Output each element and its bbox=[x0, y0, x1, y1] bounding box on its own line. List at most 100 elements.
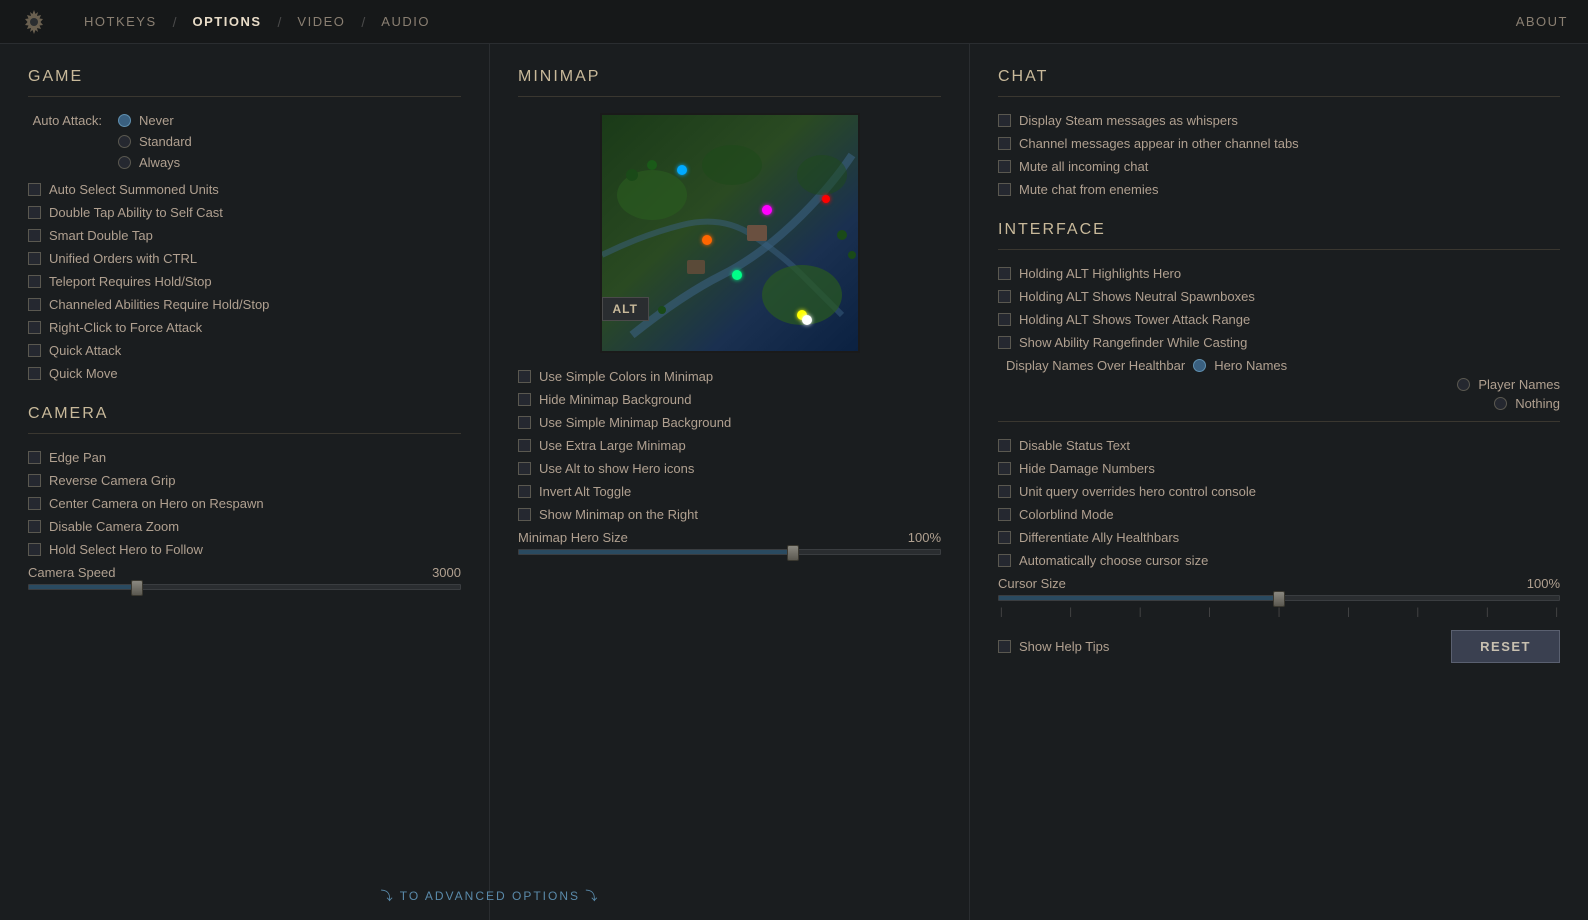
cb-steam-whisper[interactable]: Display Steam messages as whispers bbox=[998, 113, 1560, 128]
cb-hold-select[interactable]: Hold Select Hero to Follow bbox=[28, 542, 461, 557]
cb-channeled-box[interactable] bbox=[28, 298, 41, 311]
hero-size-track[interactable] bbox=[518, 549, 941, 555]
cb-double-tap[interactable]: Double Tap Ability to Self Cast bbox=[28, 205, 461, 220]
cb-alt-spawn[interactable]: Holding ALT Shows Neutral Spawnboxes bbox=[998, 289, 1560, 304]
cb-colorblind[interactable]: Colorblind Mode bbox=[998, 507, 1560, 522]
cb-channel-msg-box[interactable] bbox=[998, 137, 1011, 150]
reset-button[interactable]: RESET bbox=[1451, 630, 1560, 663]
cb-double-tap-box[interactable] bbox=[28, 206, 41, 219]
cb-hold-select-box[interactable] bbox=[28, 543, 41, 556]
cb-hide-damage[interactable]: Hide Damage Numbers bbox=[998, 461, 1560, 476]
cb-auto-select[interactable]: Auto Select Summoned Units bbox=[28, 182, 461, 197]
cb-mute-all[interactable]: Mute all incoming chat bbox=[998, 159, 1560, 174]
radio-always-label[interactable]: Always bbox=[139, 155, 180, 170]
cb-simple-colors[interactable]: Use Simple Colors in Minimap bbox=[518, 369, 941, 384]
cb-disable-status[interactable]: Disable Status Text bbox=[998, 438, 1560, 453]
rb-hero-names[interactable] bbox=[1193, 359, 1206, 372]
cb-teleport[interactable]: Teleport Requires Hold/Stop bbox=[28, 274, 461, 289]
cb-simple-mm-bg-box[interactable] bbox=[518, 416, 531, 429]
cb-edge-pan-box[interactable] bbox=[28, 451, 41, 464]
cb-smart-double-box[interactable] bbox=[28, 229, 41, 242]
cb-colorblind-box[interactable] bbox=[998, 508, 1011, 521]
cb-show-right[interactable]: Show Minimap on the Right bbox=[518, 507, 941, 522]
cb-invert-alt[interactable]: Invert Alt Toggle bbox=[518, 484, 941, 499]
rb-player-names[interactable] bbox=[1457, 378, 1470, 391]
cb-alt-hero[interactable]: Holding ALT Highlights Hero bbox=[998, 266, 1560, 281]
nav-video[interactable]: VIDEO bbox=[281, 0, 361, 44]
cb-quick-move-box[interactable] bbox=[28, 367, 41, 380]
cb-reverse-cam[interactable]: Reverse Camera Grip bbox=[28, 473, 461, 488]
cursor-size-thumb[interactable] bbox=[1273, 591, 1285, 607]
rb-nothing-label[interactable]: Nothing bbox=[1515, 396, 1560, 411]
cb-unified[interactable]: Unified Orders with CTRL bbox=[28, 251, 461, 266]
radio-standard-label[interactable]: Standard bbox=[139, 134, 192, 149]
cb-alt-tower[interactable]: Holding ALT Shows Tower Attack Range bbox=[998, 312, 1560, 327]
cb-mute-enemies-box[interactable] bbox=[998, 183, 1011, 196]
cb-mute-enemies[interactable]: Mute chat from enemies bbox=[998, 182, 1560, 197]
cb-channel-msg[interactable]: Channel messages appear in other channel… bbox=[998, 136, 1560, 151]
cb-unit-query-box[interactable] bbox=[998, 485, 1011, 498]
cb-auto-cursor[interactable]: Automatically choose cursor size bbox=[998, 553, 1560, 568]
rb-player-names-label[interactable]: Player Names bbox=[1478, 377, 1560, 392]
radio-always[interactable] bbox=[118, 156, 131, 169]
cb-hide-bg-label: Hide Minimap Background bbox=[539, 392, 691, 407]
cb-alt-spawn-box[interactable] bbox=[998, 290, 1011, 303]
cb-extra-large[interactable]: Use Extra Large Minimap bbox=[518, 438, 941, 453]
cb-unit-query[interactable]: Unit query overrides hero control consol… bbox=[998, 484, 1560, 499]
cb-hide-damage-box[interactable] bbox=[998, 462, 1011, 475]
cb-unified-box[interactable] bbox=[28, 252, 41, 265]
cb-disable-zoom[interactable]: Disable Camera Zoom bbox=[28, 519, 461, 534]
cb-quick-attack[interactable]: Quick Attack bbox=[28, 343, 461, 358]
cb-use-alt-box[interactable] bbox=[518, 462, 531, 475]
cb-steam-whisper-box[interactable] bbox=[998, 114, 1011, 127]
camera-speed-thumb[interactable] bbox=[131, 580, 143, 596]
cb-simple-colors-box[interactable] bbox=[518, 370, 531, 383]
rb-hero-names-label[interactable]: Hero Names bbox=[1214, 358, 1287, 373]
cb-smart-double[interactable]: Smart Double Tap bbox=[28, 228, 461, 243]
camera-speed-track[interactable] bbox=[28, 584, 461, 590]
cb-center-cam-box[interactable] bbox=[28, 497, 41, 510]
nav-about[interactable]: ABOUT bbox=[1516, 14, 1568, 29]
nav-options[interactable]: OPTIONS bbox=[177, 0, 278, 44]
cb-reverse-cam-box[interactable] bbox=[28, 474, 41, 487]
rb-nothing[interactable] bbox=[1494, 397, 1507, 410]
cb-rightclick[interactable]: Right-Click to Force Attack bbox=[28, 320, 461, 335]
cb-disable-status-box[interactable] bbox=[998, 439, 1011, 452]
cb-diff-ally-box[interactable] bbox=[998, 531, 1011, 544]
cb-use-alt[interactable]: Use Alt to show Hero icons bbox=[518, 461, 941, 476]
advanced-options[interactable]: ⤵ TO ADVANCED OPTIONS ⤵ bbox=[490, 887, 599, 904]
cb-quick-attack-box[interactable] bbox=[28, 344, 41, 357]
cb-rangefinder[interactable]: Show Ability Rangefinder While Casting bbox=[998, 335, 1560, 350]
nav-audio[interactable]: AUDIO bbox=[365, 0, 446, 44]
radio-never[interactable] bbox=[118, 114, 131, 127]
radio-standard[interactable] bbox=[118, 135, 131, 148]
cb-simple-mm-bg[interactable]: Use Simple Minimap Background bbox=[518, 415, 941, 430]
cb-show-help[interactable]: Show Help Tips bbox=[998, 639, 1109, 654]
cb-show-right-box[interactable] bbox=[518, 508, 531, 521]
hero-size-thumb[interactable] bbox=[787, 545, 799, 561]
cb-channeled[interactable]: Channeled Abilities Require Hold/Stop bbox=[28, 297, 461, 312]
cb-hide-bg[interactable]: Hide Minimap Background bbox=[518, 392, 941, 407]
cb-alt-hero-box[interactable] bbox=[998, 267, 1011, 280]
cb-diff-ally[interactable]: Differentiate Ally Healthbars bbox=[998, 530, 1560, 545]
cb-rangefinder-box[interactable] bbox=[998, 336, 1011, 349]
cursor-size-track[interactable] bbox=[998, 595, 1560, 601]
cb-show-help-box[interactable] bbox=[998, 640, 1011, 653]
cb-extra-large-box[interactable] bbox=[518, 439, 531, 452]
cb-auto-select-box[interactable] bbox=[28, 183, 41, 196]
cb-mute-all-box[interactable] bbox=[998, 160, 1011, 173]
cb-quick-move[interactable]: Quick Move bbox=[28, 366, 461, 381]
nav-hotkeys[interactable]: HOTKEYS bbox=[68, 0, 173, 44]
cb-hide-bg-box[interactable] bbox=[518, 393, 531, 406]
cb-invert-alt-box[interactable] bbox=[518, 485, 531, 498]
cb-disable-zoom-box[interactable] bbox=[28, 520, 41, 533]
radio-never-label[interactable]: Never bbox=[139, 113, 174, 128]
chat-section: CHAT Display Steam messages as whispers … bbox=[998, 68, 1560, 197]
cb-auto-select-label: Auto Select Summoned Units bbox=[49, 182, 219, 197]
cb-edge-pan[interactable]: Edge Pan bbox=[28, 450, 461, 465]
cb-center-cam[interactable]: Center Camera on Hero on Respawn bbox=[28, 496, 461, 511]
cb-auto-cursor-box[interactable] bbox=[998, 554, 1011, 567]
cb-alt-tower-box[interactable] bbox=[998, 313, 1011, 326]
cb-rightclick-box[interactable] bbox=[28, 321, 41, 334]
cb-teleport-box[interactable] bbox=[28, 275, 41, 288]
